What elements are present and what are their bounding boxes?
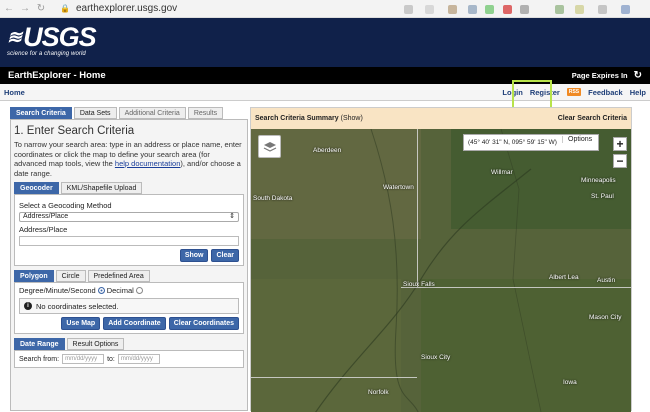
map-label: Watertown: [383, 184, 414, 191]
browser-toolbar: ← → ↻ 🔒 earthexplorer.usgs.gov: [0, 0, 650, 18]
add-coordinate-button[interactable]: Add Coordinate: [103, 317, 166, 330]
section-heading: 1. Enter Search Criteria: [14, 125, 135, 137]
tab-kml-upload[interactable]: KML/Shapefile Upload: [60, 182, 143, 194]
zoom-in-button[interactable]: +: [613, 137, 627, 151]
extension-icon[interactable]: [598, 5, 607, 14]
reload-icon[interactable]: ↻: [34, 3, 48, 14]
map-label: Aberdeen: [313, 147, 342, 154]
clear-button[interactable]: Clear: [211, 249, 239, 262]
page-expires-label: Page Expires In: [571, 71, 628, 80]
usgs-logo[interactable]: ≋USGS science for a changing world: [7, 22, 97, 58]
date-from-input[interactable]: mm/dd/yyyy: [62, 354, 105, 364]
to-label: to:: [107, 355, 115, 363]
state-border: [251, 377, 417, 378]
map-label: Albert Lea: [549, 274, 579, 281]
tab-additional-criteria[interactable]: Additional Criteria: [118, 107, 186, 119]
extension-icon[interactable]: [555, 5, 564, 14]
dms-label: Degree/Minute/Second: [19, 286, 96, 295]
zoom-out-button[interactable]: −: [613, 154, 627, 168]
extension-icon[interactable]: [425, 5, 434, 14]
tab-predefined-area[interactable]: Predefined Area: [87, 270, 150, 282]
search-from-label: Search from:: [19, 355, 60, 363]
coordinates-box: i No coordinates selected.: [19, 298, 239, 314]
lock-icon: 🔒: [60, 4, 70, 13]
extension-icon[interactable]: [448, 5, 457, 14]
logo-text: USGS: [23, 22, 97, 52]
show-button[interactable]: Show: [179, 249, 209, 262]
map-panel: Search Criteria Summary (Show) Clear Sea…: [250, 107, 632, 412]
options-button[interactable]: Options: [562, 136, 592, 143]
forward-icon[interactable]: →: [18, 3, 32, 14]
extension-icon[interactable]: [485, 5, 494, 14]
geocoder-panel: Select a Geocoding Method Address/Place ⇕…: [14, 194, 244, 266]
map-label: Austin: [597, 277, 616, 284]
info-icon: i: [24, 302, 32, 310]
address-label: Address/Place: [19, 225, 68, 234]
back-icon[interactable]: ←: [2, 3, 16, 14]
home-link[interactable]: Home: [4, 88, 25, 97]
satellite-map[interactable]: (45° 40' 31" N, 095° 59' 15" W) Options …: [251, 129, 631, 412]
rss-icon[interactable]: RSS: [566, 88, 582, 96]
tab-result-options[interactable]: Result Options: [66, 338, 125, 350]
date-panel: Search from: mm/dd/yyyy to: mm/dd/yyyy: [14, 350, 244, 368]
address-bar[interactable]: earthexplorer.usgs.gov: [76, 3, 177, 14]
map-label: Willmar: [491, 169, 513, 176]
geocoding-method-select[interactable]: Address/Place ⇕: [19, 212, 239, 222]
feedback-link[interactable]: Feedback: [588, 88, 623, 97]
extension-icon[interactable]: [468, 5, 477, 14]
search-summary-bar: Search Criteria Summary (Show) Clear Sea…: [251, 108, 631, 129]
intro-text: To narrow your search area: type in an a…: [14, 140, 242, 178]
map-label: Norfolk: [368, 389, 389, 396]
map-label: Sioux City: [421, 354, 451, 361]
address-input[interactable]: [19, 236, 239, 246]
use-map-button[interactable]: Use Map: [61, 317, 101, 330]
extension-icon[interactable]: [503, 5, 512, 14]
state-border: [417, 129, 418, 287]
tab-date-range[interactable]: Date Range: [14, 338, 65, 350]
nav-bar: Home Login Register RSS Feedback Help: [0, 84, 650, 101]
clear-search-criteria-link[interactable]: Clear Search Criteria: [558, 115, 627, 122]
decimal-label: Decimal: [106, 286, 134, 295]
tab-geocoder[interactable]: Geocoder: [14, 182, 59, 194]
dms-radio[interactable]: [97, 287, 105, 294]
map-label: South Dakota: [253, 195, 293, 202]
polygon-panel: Degree/Minute/Second Decimal i No coordi…: [14, 282, 244, 334]
site-banner: ≋USGS science for a changing world: [0, 18, 650, 67]
usgs-wave-icon: ≋: [7, 27, 22, 47]
map-terrain: [251, 129, 631, 412]
layers-button[interactable]: [258, 135, 281, 158]
extension-icon[interactable]: [575, 5, 584, 14]
method-label: Select a Geocoding Method: [19, 201, 112, 210]
state-border: [417, 287, 631, 288]
map-label: Sioux Falls: [403, 281, 435, 288]
clear-coordinates-button[interactable]: Clear Coordinates: [168, 317, 239, 330]
tab-circle[interactable]: Circle: [55, 270, 86, 282]
map-label: Iowa: [563, 379, 577, 386]
date-to-input[interactable]: mm/dd/yyyy: [117, 354, 160, 364]
select-arrows-icon: ⇕: [229, 213, 235, 220]
layers-icon: [263, 141, 276, 152]
extension-icon[interactable]: [404, 5, 413, 14]
register-highlight: [512, 80, 552, 109]
help-link[interactable]: Help: [630, 88, 646, 97]
page-title: EarthExplorer - Home: [8, 70, 106, 81]
tab-results[interactable]: Results: [187, 107, 224, 119]
extension-icon[interactable]: [520, 5, 529, 14]
tab-polygon[interactable]: Polygon: [14, 270, 54, 282]
no-coordinates-text: No coordinates selected.: [36, 301, 119, 311]
extension-icon[interactable]: [621, 5, 630, 14]
logo-tagline: science for a changing world: [7, 51, 86, 57]
help-documentation-link[interactable]: help documentation: [115, 159, 180, 168]
title-bar: EarthExplorer - Home Page Expires In ↻: [0, 67, 650, 84]
search-panel: Search Criteria Data Sets Additional Cri…: [10, 107, 248, 411]
map-label: Mason City: [589, 314, 622, 321]
tab-search-criteria[interactable]: Search Criteria: [10, 107, 72, 119]
map-label: St. Paul: [591, 193, 614, 200]
show-summary-link[interactable]: (Show): [341, 115, 363, 122]
search-summary-label: Search Criteria Summary: [255, 115, 339, 122]
map-label: Minneapolis: [581, 177, 616, 184]
tab-data-sets[interactable]: Data Sets: [73, 107, 117, 119]
refresh-icon[interactable]: ↻: [634, 70, 642, 81]
decimal-radio[interactable]: [135, 287, 143, 294]
